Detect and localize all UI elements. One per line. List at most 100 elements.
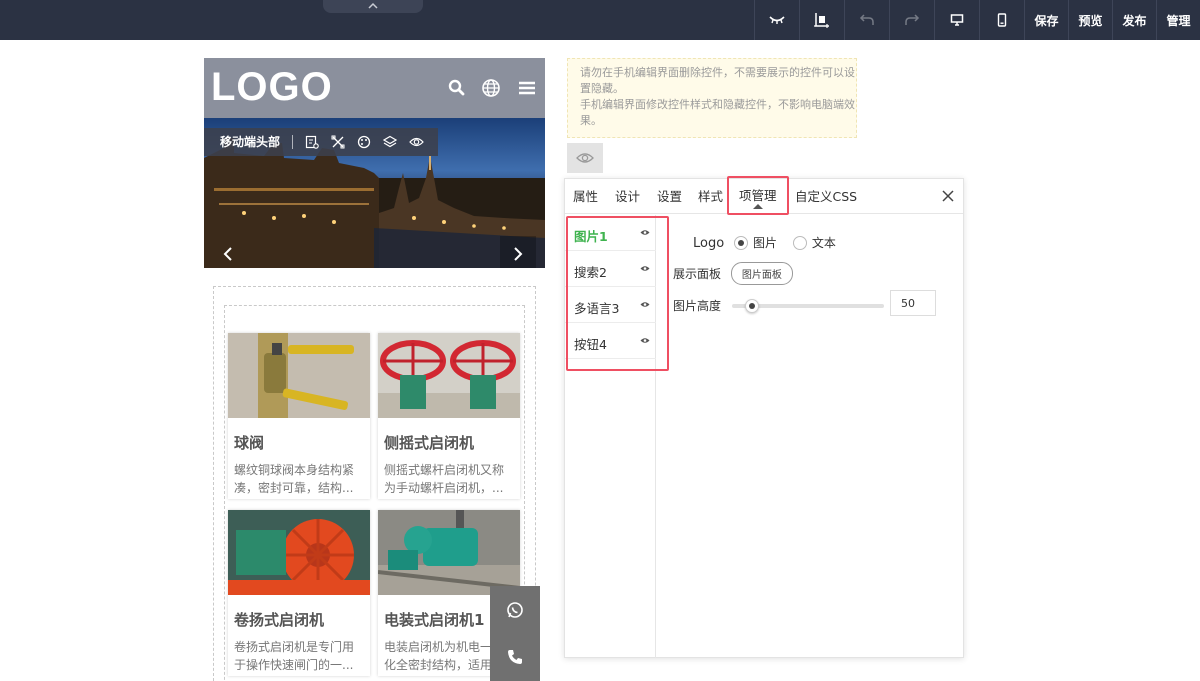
visibility-button[interactable] (403, 128, 429, 156)
chevron-up-icon (368, 2, 378, 9)
edit-doc-icon (305, 135, 319, 149)
edit-content-button[interactable] (299, 128, 325, 156)
eye-icon[interactable] (640, 265, 650, 272)
product-title[interactable]: 球阀 (228, 418, 370, 453)
site-logo[interactable]: LOGO (211, 65, 333, 110)
component-name-label: 移动端头部 (204, 135, 294, 149)
item-name: 多语言3 (574, 301, 620, 316)
desktop-icon (950, 14, 964, 26)
eye-icon[interactable] (640, 337, 650, 344)
image-height-row: 图片高度 50 (673, 290, 943, 317)
item-name: 图片1 (574, 229, 608, 244)
whatsapp-button[interactable] (490, 586, 540, 633)
radio-image[interactable] (734, 236, 749, 250)
hide-toggle-button[interactable] (754, 0, 799, 40)
banner-next-button[interactable] (500, 236, 536, 268)
save-button[interactable]: 保存 (1024, 0, 1068, 40)
list-item[interactable]: 搜索2 (565, 251, 656, 287)
mobile-view-button[interactable] (979, 0, 1024, 40)
product-title[interactable]: 卷扬式启闭机 (228, 595, 370, 630)
ball-valve-image (228, 333, 370, 418)
toolbar-actions: 保存 预览 发布 管理 (754, 0, 1200, 40)
tab-design[interactable]: 设计 (615, 179, 640, 214)
side-crank-hoist-image (378, 333, 520, 418)
layers-button[interactable] (377, 128, 403, 156)
radio-image-label[interactable]: 图片 (753, 236, 777, 250)
palette-icon (357, 135, 371, 149)
product-image (228, 510, 370, 595)
manage-button[interactable]: 管理 (1156, 0, 1200, 40)
tab-style[interactable]: 样式 (698, 179, 723, 214)
tab-properties[interactable]: 属性 (573, 179, 598, 214)
redo-button[interactable] (889, 0, 934, 40)
tools-button[interactable] (325, 128, 351, 156)
list-item[interactable]: 图片1 (565, 215, 656, 251)
tab-item-management[interactable]: 项管理 (727, 176, 789, 215)
product-description: 侧摇式螺杆启闭机又称为手动螺杆启闭机，... (384, 463, 505, 495)
preview-button[interactable]: 预览 (1068, 0, 1112, 40)
align-icon (814, 13, 829, 28)
slider-handle[interactable] (744, 299, 759, 313)
image-height-slider[interactable] (732, 299, 884, 313)
show-hidden-toggle[interactable] (567, 143, 603, 173)
undo-icon (859, 14, 874, 25)
undo-button[interactable] (844, 0, 889, 40)
product-image (378, 333, 520, 418)
product-image (228, 333, 370, 418)
chevron-right-icon (514, 247, 523, 261)
floating-contact-buttons (490, 586, 540, 681)
logo-type-label: Logo (693, 236, 725, 251)
image-height-input[interactable]: 50 (890, 290, 936, 316)
item-name: 搜索2 (574, 265, 607, 280)
eye-icon[interactable] (640, 229, 650, 236)
search-icon[interactable] (447, 78, 467, 98)
display-panel-label: 展示面板 (673, 267, 722, 281)
eye-icon[interactable] (640, 301, 650, 308)
menu-icon[interactable] (517, 78, 537, 98)
tip-line-2: 手机编辑界面修改控件样式和隐藏控件，不影响电脑端效果。 (580, 98, 855, 127)
whatsapp-icon (507, 601, 523, 618)
component-edit-bar: 移动端头部 (204, 128, 438, 156)
component-settings-panel: 属性 设计 设置 样式 项管理 自定义CSS 图片1 搜索2 多语言3 按钮4 … (564, 176, 964, 658)
chevron-left-icon (223, 247, 232, 261)
product-card[interactable]: 侧摇式启闭机 侧摇式螺杆启闭机又称为手动螺杆启闭机，... (378, 333, 520, 499)
eye-icon (576, 153, 594, 163)
product-image (378, 510, 520, 595)
style-button[interactable] (351, 128, 377, 156)
redo-icon (905, 14, 920, 25)
product-card[interactable]: 卷扬式启闭机 卷扬式启闭机是专门用于操作快速闸门的一... (228, 510, 370, 676)
list-item[interactable]: 按钮4 (565, 323, 656, 359)
item-name: 按钮4 (574, 337, 607, 352)
image-panel-button[interactable]: 图片面板 (730, 262, 793, 285)
top-toolbar: 保存 预览 发布 管理 (0, 0, 1200, 40)
align-button[interactable] (799, 0, 844, 40)
list-item[interactable]: 多语言3 (565, 287, 656, 323)
tip-line-1: 请勿在手机编辑界面删除控件，不需要展示的控件可以设置隐藏。 (580, 66, 855, 95)
phone-button[interactable] (490, 633, 540, 680)
mobile-header[interactable]: LOGO (204, 58, 545, 118)
radio-text-label[interactable]: 文本 (812, 236, 836, 250)
eye-icon (408, 137, 424, 147)
tab-settings[interactable]: 设置 (657, 179, 682, 214)
product-list-container: 球阀 螺纹铜球阀本身结构紧凑，密封可靠，结构... 侧摇式启闭机 侧摇式螺杆启闭… (224, 305, 525, 681)
banner-prev-button[interactable] (210, 236, 246, 268)
image-height-label: 图片高度 (673, 299, 722, 313)
electric-hoist-image (378, 510, 520, 595)
collapse-toolbar-handle[interactable] (323, 0, 423, 13)
layers-icon (383, 135, 398, 148)
desktop-view-button[interactable] (934, 0, 979, 40)
phone-icon (508, 649, 522, 664)
collapse-eye-icon (769, 16, 785, 24)
product-card[interactable]: 球阀 螺纹铜球阀本身结构紧凑，密封可靠，结构... (228, 333, 370, 499)
logo-type-row: Logo 图片 文本 (693, 234, 836, 251)
tab-custom-css[interactable]: 自定义CSS (795, 179, 857, 214)
mobile-icon (997, 13, 1007, 27)
product-module-container: 球阀 螺纹铜球阀本身结构紧凑，密封可靠，结构... 侧摇式启闭机 侧摇式螺杆启闭… (213, 286, 536, 681)
close-icon[interactable] (941, 189, 955, 203)
product-title[interactable]: 侧摇式启闭机 (378, 418, 520, 453)
globe-icon[interactable] (481, 78, 501, 98)
radio-text[interactable] (792, 236, 807, 250)
panel-tabs: 属性 设计 设置 样式 项管理 自定义CSS (565, 176, 963, 215)
publish-button[interactable]: 发布 (1112, 0, 1156, 40)
mobile-edit-tip: 请勿在手机编辑界面删除控件，不需要展示的控件可以设置隐藏。 手机编辑界面修改控件… (567, 58, 857, 138)
